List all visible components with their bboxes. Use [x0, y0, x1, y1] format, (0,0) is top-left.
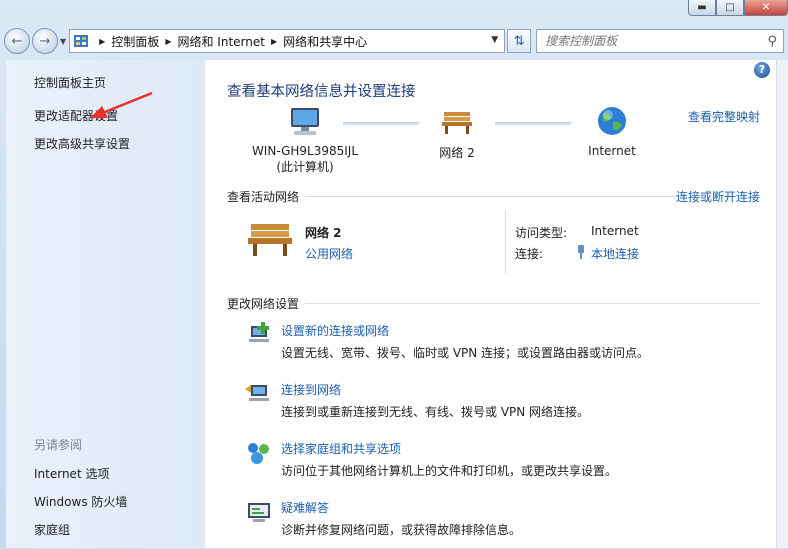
- address-dropdown-icon[interactable]: ▼: [491, 35, 498, 45]
- setup-connection-link[interactable]: 设置新的连接或网络: [281, 322, 389, 339]
- breadcrumb-separator-icon[interactable]: ▶: [99, 37, 105, 46]
- connect-network-desc: 连接到或重新连接到无线、有线、拨号或 VPN 网络连接。: [281, 405, 590, 419]
- active-network-name: 网络 2: [305, 226, 342, 240]
- back-arrow-icon: ←: [11, 33, 23, 49]
- map-node-internet: Internet: [577, 104, 647, 158]
- view-full-map-link[interactable]: 查看完整映射: [688, 108, 760, 125]
- access-type-value: Internet: [591, 224, 639, 238]
- troubleshoot-icon: [248, 503, 270, 522]
- sidebar-item-change-advanced-sharing[interactable]: 更改高级共享设置: [34, 135, 205, 152]
- bench-network-icon: [442, 112, 472, 134]
- close-icon[interactable]: ✕: [744, 0, 788, 16]
- breadcrumb-network-internet[interactable]: 网络和 Internet: [177, 33, 264, 50]
- internet-label: Internet: [588, 144, 636, 158]
- refresh-button[interactable]: ⇅: [507, 29, 532, 53]
- maximize-icon[interactable]: □: [716, 0, 744, 16]
- see-also-heading: 另请参阅: [34, 438, 83, 452]
- computer-icon: [291, 108, 319, 135]
- section-divider: [305, 303, 760, 304]
- sidebar-item-internet-options[interactable]: Internet 选项: [34, 465, 127, 482]
- new-connection-icon: [249, 322, 269, 342]
- see-also-section: 另请参阅 Internet 选项 Windows 防火墙 家庭组: [34, 436, 127, 549]
- breadcrumb-separator-icon[interactable]: ▶: [165, 37, 171, 46]
- back-button[interactable]: ←: [4, 28, 30, 54]
- homegroup-sharing-link[interactable]: 选择家庭组和共享选项: [281, 440, 401, 457]
- breadcrumb-network-sharing-center[interactable]: 网络和共享中心: [283, 33, 367, 50]
- breadcrumb-separator-icon[interactable]: ▶: [271, 37, 277, 46]
- breadcrumb-control-panel[interactable]: 控制面板: [111, 33, 159, 50]
- minimize-icon[interactable]: ▬: [688, 0, 716, 16]
- help-icon[interactable]: ?: [754, 62, 770, 78]
- sidebar-item-homegroup[interactable]: 家庭组: [34, 521, 127, 538]
- red-arrow-annotation-icon: [90, 91, 153, 118]
- search-box[interactable]: ⚲: [536, 29, 784, 53]
- map-node-network: 网络 2: [427, 104, 487, 161]
- connect-disconnect-link[interactable]: 连接或断开连接: [676, 188, 760, 205]
- search-input[interactable]: [545, 34, 746, 48]
- troubleshoot-desc: 诊断并修复网络问题，或获得故障排除信息。: [281, 523, 522, 537]
- troubleshoot-link[interactable]: 疑难解答: [281, 499, 329, 516]
- ethernet-plug-icon: [578, 245, 584, 259]
- connect-network-link[interactable]: 连接到网络: [281, 381, 341, 398]
- forward-arrow-icon: →: [39, 33, 51, 49]
- main-panel: ? 查看基本网络信息并设置连接 查看完整映射 WIN-GH9L3985IJL (…: [205, 60, 788, 548]
- recent-pages-dropdown-icon[interactable]: ▼: [60, 37, 66, 46]
- homegroup-icon: [248, 443, 269, 464]
- explorer-window: ▬ □ ✕ ← → ▼ ▶ 控制面板 ▶ 网络和 Internet ▶ 网络和共…: [0, 0, 788, 548]
- address-bar[interactable]: ▶ 控制面板 ▶ 网络和 Internet ▶ 网络和共享中心 ▼: [69, 29, 506, 53]
- section-divider: [305, 196, 684, 197]
- map-connector-line: [495, 122, 571, 125]
- local-connection-link[interactable]: 本地连接: [591, 245, 639, 262]
- access-type-label: 访问类型:: [515, 226, 568, 240]
- control-panel-icon: [74, 35, 89, 47]
- navigation-bar: ← → ▼ ▶ 控制面板 ▶ 网络和 Internet ▶ 网络和共享中心 ▼ …: [4, 27, 784, 55]
- forward-button[interactable]: →: [32, 28, 58, 54]
- connect-network-icon: [245, 385, 269, 401]
- page-title: 查看基本网络信息并设置连接: [227, 84, 416, 100]
- map-connector-line: [343, 122, 419, 125]
- sidebar-item-control-panel-home[interactable]: 控制面板主页: [34, 74, 205, 91]
- network-name: 网络 2: [439, 146, 475, 160]
- bench-network-icon: [248, 224, 292, 256]
- network-type-link[interactable]: 公用网络: [305, 245, 353, 262]
- map-node-computer: WIN-GH9L3985IJL (此计算机): [245, 104, 365, 175]
- computer-name: WIN-GH9L3985IJL: [251, 144, 359, 158]
- left-sidebar: 控制面板主页 更改适配器设置 更改高级共享设置 另请参阅 Internet 选项…: [6, 60, 205, 548]
- sidebar-item-windows-firewall[interactable]: Windows 防火墙: [34, 493, 127, 510]
- computer-subtitle: (此计算机): [276, 160, 334, 174]
- vertical-divider: [505, 210, 506, 274]
- content-area: 控制面板主页 更改适配器设置 更改高级共享设置 另请参阅 Internet 选项…: [6, 60, 788, 548]
- active-networks-heading: 查看活动网络: [227, 190, 300, 204]
- search-icon[interactable]: ⚲: [767, 34, 777, 49]
- globe-icon: [598, 107, 626, 135]
- window-controls: ▬ □ ✕: [688, 0, 788, 16]
- vertical-scrollbar[interactable]: [776, 60, 788, 548]
- connection-label: 连接:: [515, 247, 544, 261]
- homegroup-sharing-desc: 访问位于其他网络计算机上的文件和打印机，或更改共享设置。: [281, 464, 618, 478]
- setup-connection-desc: 设置无线、宽带、拨号、临时或 VPN 连接；或设置路由器或访问点。: [281, 346, 650, 360]
- refresh-icon: ⇅: [513, 33, 525, 49]
- change-settings-heading: 更改网络设置: [227, 297, 300, 311]
